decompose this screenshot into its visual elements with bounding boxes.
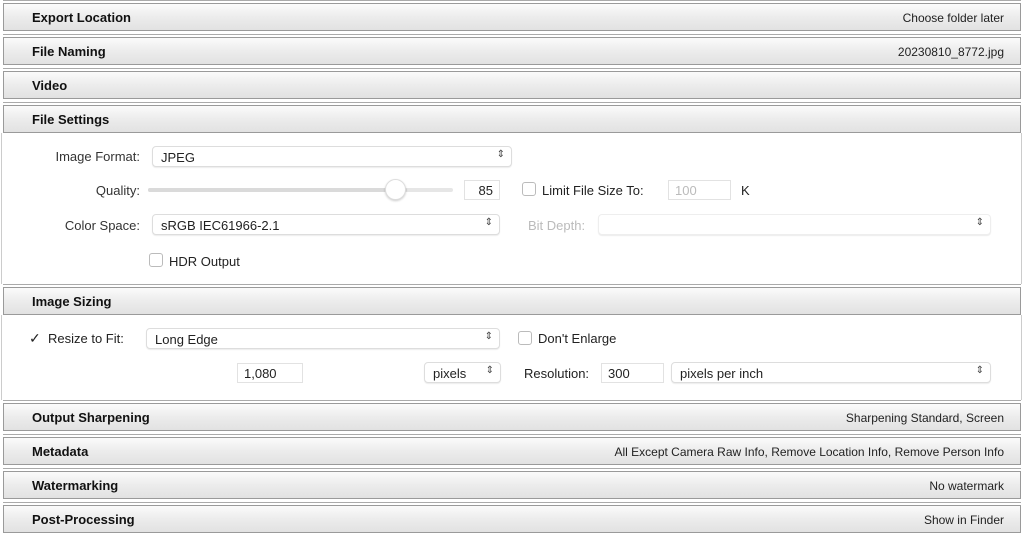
select-arrows-icon: ⇕ [975,217,984,228]
limit-file-size-checkbox[interactable] [522,182,536,196]
select-arrows-icon: ⇕ [485,365,494,376]
resize-to-fit-label: Resize to Fit: [48,331,124,346]
limit-unit: K [741,183,750,198]
quality-slider-fill [148,188,408,192]
color-space-select[interactable]: sRGB IEC61966-2.1 ⇕ [152,214,500,235]
section-metadata[interactable]: Metadata All Except Camera Raw Info, Remo… [3,437,1021,465]
resolution-unit-value: pixels per inch [680,366,764,381]
size-input[interactable]: 1,080 [237,363,303,383]
color-space-label: Color Space: [64,218,140,233]
section-title: Watermarking [32,478,119,493]
resize-to-fit-checkbox[interactable]: ✓ [29,331,43,345]
resolution-label: Resolution: [524,366,590,381]
limit-file-size-input[interactable]: 100 [668,180,731,200]
bit-depth-select[interactable]: ⇕ [598,214,991,235]
section-post-processing[interactable]: Post-Processing Show in Finder [3,505,1021,533]
section-title: Output Sharpening [32,410,150,425]
size-unit-value: pixels [433,366,467,381]
resize-mode-select[interactable]: Long Edge ⇕ [146,328,500,349]
section-output-sharpening[interactable]: Output Sharpening Sharpening Standard, Sc… [3,403,1021,431]
section-image-sizing[interactable]: Image Sizing [3,287,1021,315]
dont-enlarge-checkbox[interactable] [518,331,532,345]
color-space-value: sRGB IEC61966-2.1 [161,218,280,233]
section-export-location[interactable]: Export Location Choose folder later [3,3,1021,31]
section-title: Video [32,78,68,93]
select-arrows-icon: ⇕ [975,365,984,376]
image-format-value: JPEG [161,150,195,165]
section-file-naming[interactable]: File Naming 20230810_8772.jpg [3,37,1021,65]
select-arrows-icon: ⇕ [484,331,493,342]
section-summary: Sharpening Standard, Screen [845,411,1004,425]
section-title: Image Sizing [32,294,112,309]
select-arrows-icon: ⇕ [484,217,493,228]
bit-depth-label: Bit Depth: [528,218,586,233]
section-summary: Show in Finder [923,513,1004,527]
image-format-label: Image Format: [55,149,140,164]
resize-mode-value: Long Edge [155,332,218,347]
quality-input[interactable]: 85 [464,180,500,200]
resolution-unit-select[interactable]: pixels per inch ⇕ [671,362,991,383]
section-summary: All Except Camera Raw Info, Remove Locat… [614,445,1004,459]
section-file-settings[interactable]: File Settings [3,105,1021,133]
hdr-output-checkbox[interactable] [149,253,163,267]
section-title: File Naming [32,44,106,59]
section-title: File Settings [32,112,110,127]
limit-file-size-label: Limit File Size To: [542,183,644,198]
size-unit-select[interactable]: pixels ⇕ [424,362,501,383]
resolution-input[interactable]: 300 [601,363,664,383]
section-title: Metadata [32,444,89,459]
section-title: Post-Processing [32,512,135,527]
dont-enlarge-label: Don't Enlarge [538,331,617,346]
section-summary: No watermark [929,479,1004,493]
section-summary: Choose folder later [902,11,1004,25]
hdr-output-label: HDR Output [169,254,240,269]
quality-slider[interactable] [148,179,453,200]
section-summary: 20230810_8772.jpg [897,45,1004,59]
image-format-select[interactable]: JPEG ⇕ [152,146,512,167]
section-video[interactable]: Video [3,71,1021,99]
select-arrows-icon: ⇕ [496,149,505,160]
quality-label: Quality: [95,183,140,198]
section-title: Export Location [32,10,131,25]
section-watermarking[interactable]: Watermarking No watermark [3,471,1021,499]
